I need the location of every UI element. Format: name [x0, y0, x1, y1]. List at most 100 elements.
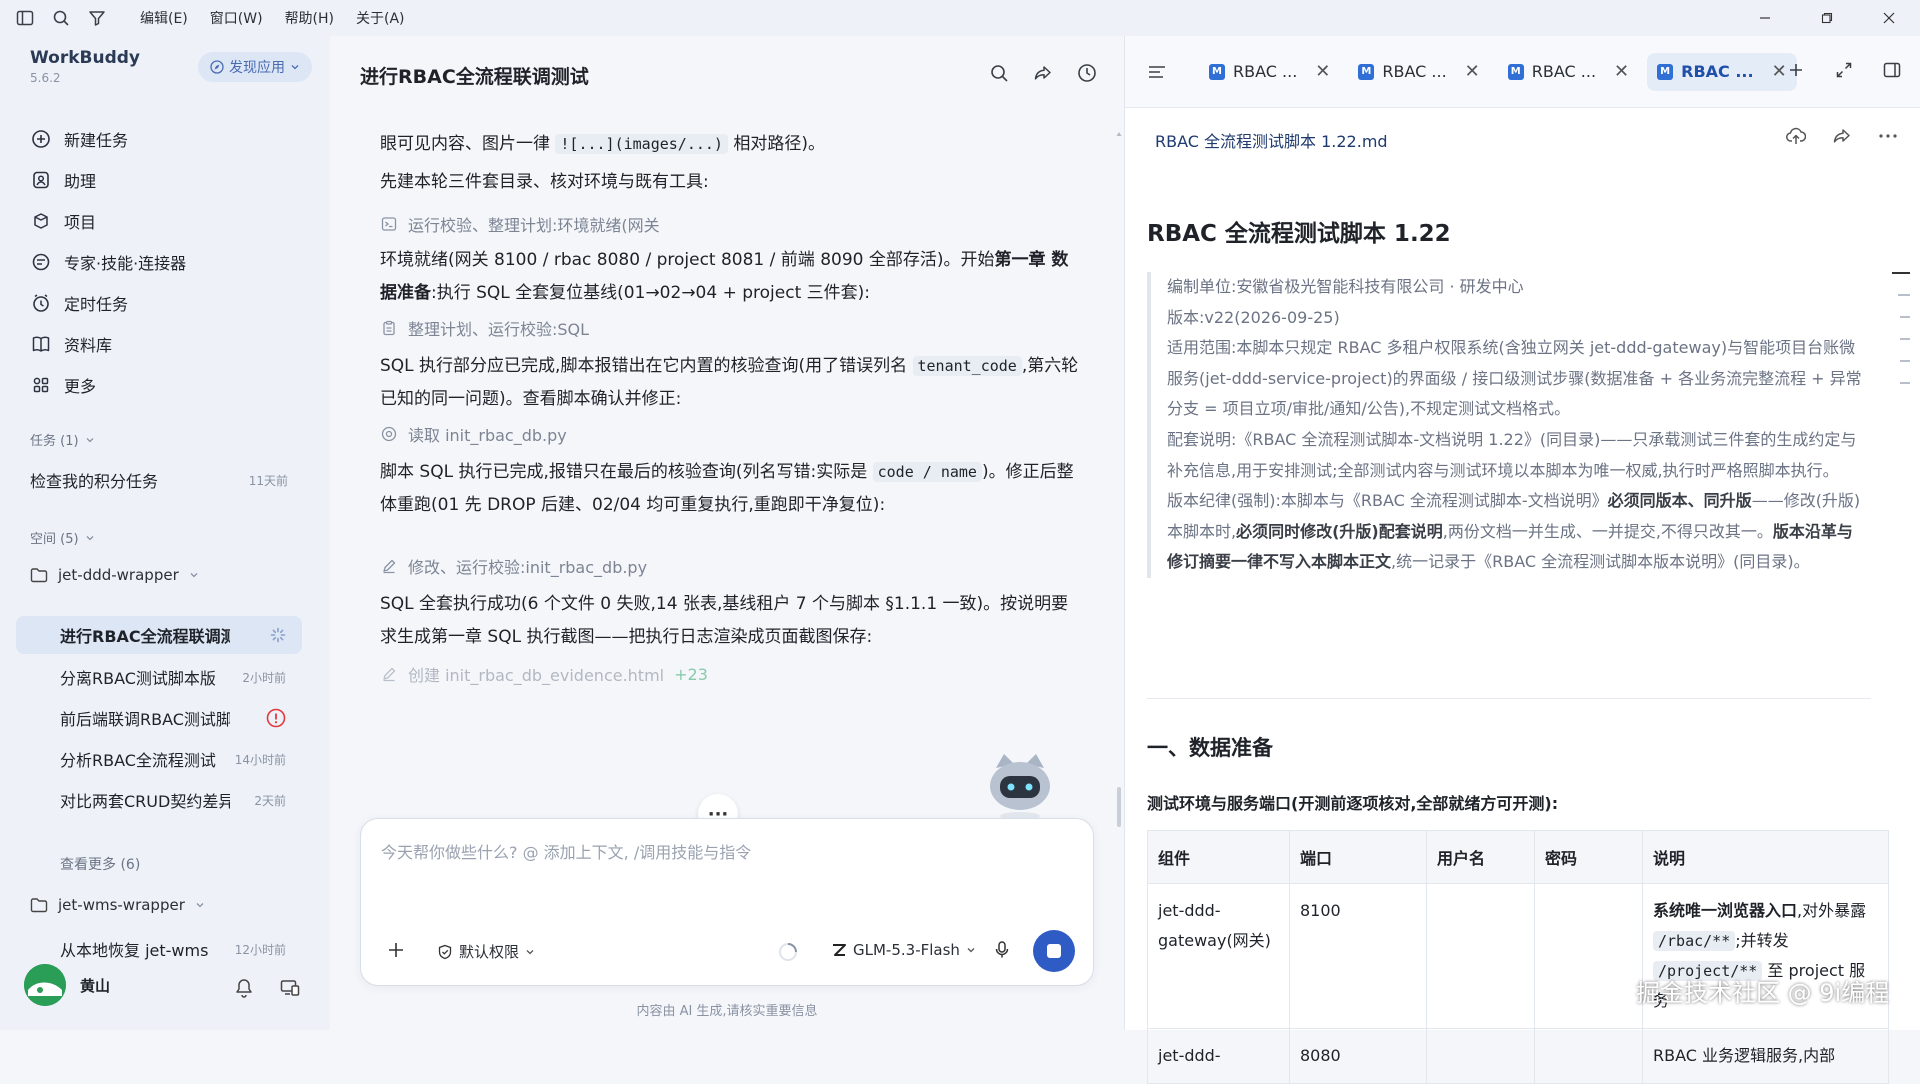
chat-scrollbar[interactable]	[1116, 132, 1122, 832]
view-more-link[interactable]: 查看更多 (6)	[60, 854, 140, 874]
menu-edit[interactable]: 编辑(E)	[130, 4, 198, 32]
table-cell: 8080	[1289, 1028, 1427, 1084]
upload-icon[interactable]	[1784, 124, 1808, 148]
quote-text: ,两份文档一并生成、一并提交,不得只改其一。	[1442, 521, 1773, 541]
panel-toggle-icon[interactable]	[1880, 58, 1904, 82]
close-tab-icon[interactable]: ✕	[1315, 61, 1330, 82]
table-cell	[1534, 1028, 1643, 1084]
doc-tab[interactable]: M RBAC ... ✕	[1348, 53, 1489, 91]
devices-icon[interactable]	[278, 976, 302, 1000]
new-tab-icon[interactable]	[1784, 58, 1808, 82]
doc-heading-2: 一、数据准备	[1147, 736, 1273, 760]
discover-apps-button[interactable]: 发现应用	[198, 52, 312, 82]
session-item-active[interactable]: 进行RBAC全流程联调测试	[16, 616, 302, 654]
tool-step[interactable]: 整理计划、运行校验:SQL	[380, 316, 589, 340]
session-time: 12小时前	[234, 942, 286, 957]
filter-icon[interactable]	[86, 7, 108, 29]
session-title: 前后端联调RBAC测试脚本	[60, 710, 230, 729]
eye-icon	[380, 425, 398, 443]
nav-experts[interactable]: 专家·技能·连接器	[24, 241, 314, 282]
task-time: 11天前	[248, 473, 288, 488]
menu-window[interactable]: 窗口(W)	[200, 4, 273, 32]
outline-menu-icon[interactable]	[1147, 60, 1191, 84]
doc-tab-label: RBAC ...	[1382, 62, 1447, 81]
nav-project[interactable]: 项目	[24, 200, 314, 241]
bell-icon[interactable]	[232, 976, 256, 1000]
doc-tab[interactable]: M RBAC ... ✕	[1199, 53, 1340, 91]
project-jet-ddd-wrapper[interactable]: jet-ddd-wrapper	[30, 566, 199, 584]
doc-blockquote: 编制单位:安徽省极光智能科技有限公司 · 研发中心 版本:v22(2026-09…	[1147, 272, 1867, 578]
project-name: jet-ddd-wrapper	[58, 566, 179, 584]
assistant-icon	[30, 169, 52, 191]
session-item[interactable]: 分析RBAC全流程测试 14小时前	[16, 740, 302, 778]
tool-step[interactable]: 读取 init_rbac_db.py	[380, 422, 567, 446]
share-icon[interactable]	[1830, 124, 1854, 148]
project-jet-wms-wrapper[interactable]: jet-wms-wrapper	[30, 896, 205, 914]
message-list: 眼可见内容、图片一律 ![...](images/...) 相对路径)。 先建本…	[380, 116, 1090, 856]
nav-scheduled[interactable]: 定时任务	[24, 282, 314, 323]
sidebar-toggle-icon[interactable]	[14, 7, 36, 29]
session-item[interactable]: 对比两套CRUD契约差异 2天前	[16, 781, 302, 819]
search-icon[interactable]	[986, 60, 1012, 86]
spaces-section-header[interactable]: 空间 (5)	[30, 528, 95, 547]
sidebar: WorkBuddy 5.6.2 发现应用 新建任务 助理 项目 专家·技能·连接…	[0, 36, 330, 1030]
assistant-message: SQL 执行部分应已完成,脚本报错出在它内置的核验查询(用了错误列名 tenan…	[380, 350, 1085, 416]
doc-tab-active[interactable]: M RBAC ... ✕	[1647, 52, 1797, 91]
tool-step[interactable]: 运行校验、整理计划:环境就绪(网关	[380, 212, 660, 236]
quote-line: 配套说明:《RBAC 全流程测试脚本-文档说明 1.22》(同目录)——只承载测…	[1167, 429, 1857, 480]
restore-icon[interactable]	[1796, 0, 1858, 36]
nav-more[interactable]: 更多	[24, 364, 314, 405]
search-icon[interactable]	[50, 7, 72, 29]
tool-step[interactable]: 修改、运行校验:init_rbac_db.py	[380, 554, 647, 578]
more-icon[interactable]	[1876, 124, 1900, 148]
table-header: 用户名	[1426, 830, 1535, 884]
file-name: RBAC 全流程测试脚本 1.22.md	[1155, 132, 1388, 151]
nav-assistant[interactable]: 助理	[24, 159, 314, 200]
doc-outline-minimap[interactable]	[1892, 272, 1912, 404]
menu-about[interactable]: 关于(A)	[346, 4, 415, 32]
quote-line: 版本纪律(强制):本脚本与《RBAC 全流程测试脚本-文档说明》必须同版本、同升…	[1167, 486, 1867, 578]
session-title: 进行RBAC全流程联调测试	[60, 627, 230, 646]
nav-library[interactable]: 资料库	[24, 323, 314, 364]
doc-tab[interactable]: M RBAC ... ✕	[1498, 53, 1639, 91]
table-row: jet-ddd- 8080 RBAC 业务逻辑服务,内部	[1147, 1028, 1889, 1084]
zhipu-logo-icon	[831, 943, 847, 957]
permission-label: 默认权限	[459, 943, 520, 961]
stop-generation-button[interactable]	[1033, 930, 1075, 972]
model-selector[interactable]: GLM-5.3-Flash	[831, 941, 976, 959]
session-item[interactable]: 从本地恢复 jet-wms 12小时前	[16, 930, 302, 968]
inline-code: /rbac/**	[1653, 931, 1736, 951]
inline-code: ![...](images/...)	[555, 134, 728, 154]
table-header: 组件	[1147, 830, 1290, 884]
doc-tab-label: RBAC ...	[1233, 62, 1298, 81]
permission-selector[interactable]: 默认权限	[437, 941, 535, 962]
table-cell: 8100	[1289, 883, 1427, 1029]
microphone-icon[interactable]	[991, 939, 1013, 961]
menu-help[interactable]: 帮助(H)	[275, 4, 344, 32]
tasks-section-header[interactable]: 任务 (1)	[30, 430, 95, 449]
user-profile[interactable]: 黄山	[24, 964, 110, 1006]
book-icon	[30, 333, 52, 355]
nav-label: 资料库	[64, 335, 113, 355]
tool-step-label: 读取 init_rbac_db.py	[408, 426, 567, 445]
spaces-section-title: 空间 (5)	[30, 532, 79, 547]
nav-label: 助理	[64, 171, 97, 191]
minimize-icon[interactable]	[1734, 0, 1796, 36]
session-item[interactable]: 分离RBAC测试脚本版 2小时前	[16, 658, 302, 696]
share-icon[interactable]	[1030, 60, 1056, 86]
brand: WorkBuddy 5.6.2	[30, 48, 140, 85]
tool-step[interactable]: 创建 init_rbac_db_evidence.html +23	[380, 662, 708, 686]
expand-icon[interactable]	[1832, 58, 1856, 82]
nav-new-task[interactable]: 新建任务	[24, 118, 314, 159]
close-tab-icon[interactable]: ✕	[1465, 61, 1480, 82]
session-item[interactable]: 前后端联调RBAC测试脚本	[16, 699, 302, 737]
nav-label: 专家·技能·连接器	[64, 253, 187, 273]
close-tab-icon[interactable]: ✕	[1614, 61, 1629, 82]
close-icon[interactable]	[1858, 0, 1920, 36]
chat-input[interactable]: 今天帮你做些什么? @ 添加上下文, /调用技能与指令	[381, 839, 751, 863]
terminal-icon	[380, 215, 398, 233]
chat-title: 进行RBAC全流程联调测试	[360, 66, 589, 88]
task-item[interactable]: 检查我的积分任务 11天前	[30, 468, 288, 492]
add-attachment-icon[interactable]	[383, 937, 409, 963]
history-icon[interactable]	[1074, 60, 1100, 86]
